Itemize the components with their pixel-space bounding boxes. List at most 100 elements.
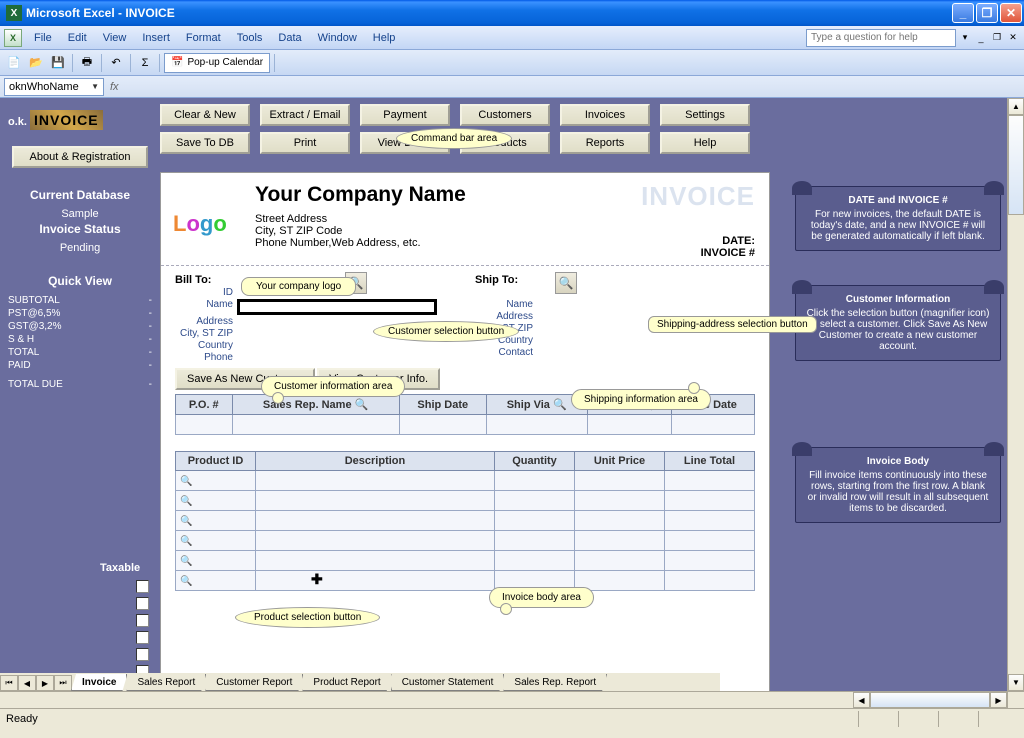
scroll-left-icon[interactable]: ◀ [853,692,870,708]
company-logo-callout: Your company logo [241,277,356,296]
doc-minimize-button[interactable]: _ [974,31,988,45]
invoice-status-value: Pending [8,242,152,254]
taxable-checkbox[interactable] [136,580,149,593]
customer-selection-callout: Customer selection button [373,321,519,342]
quick-row: GST@3,2%- [8,320,152,333]
minimize-button[interactable]: _ [952,3,974,23]
invoice-status-title: Invoice Status [8,222,152,236]
product-lookup-icon[interactable]: 🔍 [180,536,192,547]
help-callout: Invoice Body Fill invoice items continuo… [795,447,1001,523]
customers-button[interactable]: Customers [460,104,550,126]
scroll-right-icon[interactable]: ▶ [990,692,1007,708]
invoices-button[interactable]: Invoices [560,104,650,126]
horizontal-scrollbar[interactable]: ◀ ▶ [0,691,1024,708]
name-box[interactable]: oknWhoName▼ [4,78,104,96]
line-items-table: Product ID Description Quantity Unit Pri… [175,451,755,591]
reports-button[interactable]: Reports [560,132,650,154]
settings-button[interactable]: Settings [660,104,750,126]
open-icon[interactable]: 📂 [26,53,46,73]
tab-nav-prev-icon[interactable]: ◀ [18,675,36,691]
command-bar-callout: Command bar area [396,128,512,149]
save-icon[interactable]: 💾 [48,53,68,73]
invoice-title: INVOICE [641,181,755,212]
lookup-icon[interactable]: 🔍 [553,399,567,411]
close-button[interactable]: ✕ [1000,3,1022,23]
menu-tools[interactable]: Tools [229,30,271,46]
doc-close-button[interactable]: ✕ [1006,31,1020,45]
tab-sales-rep-report[interactable]: Sales Rep. Report [503,674,607,691]
menu-format[interactable]: Format [178,30,229,46]
product-lookup-icon[interactable]: 🔍 [180,556,192,567]
quick-row: PAID- [8,359,152,372]
new-icon[interactable]: 📄 [4,53,24,73]
about-registration-button[interactable]: About & Registration [12,146,148,168]
extract-email-button[interactable]: Extract / Email [260,104,350,126]
taxable-checkbox[interactable] [136,614,149,627]
autosum-icon[interactable]: Σ [135,53,155,73]
ok-invoice-logo: o.k. INVOICE [8,112,103,128]
customer-info-callout: Customer information area [261,376,405,397]
menu-bar: X File Edit View Insert Format Tools Dat… [0,26,1024,50]
shipping-select-button[interactable]: 🔍 [555,272,577,294]
product-lookup-icon[interactable]: 🔍 [180,576,192,587]
maximize-button[interactable]: ❐ [976,3,998,23]
menu-file[interactable]: File [26,30,60,46]
payment-button[interactable]: Payment [360,104,450,126]
tab-nav-first-icon[interactable]: ⏮ [0,675,18,691]
save-to-db-button[interactable]: Save To DB [160,132,250,154]
title-bar: X Microsoft Excel - INVOICE _ ❐ ✕ [0,0,1024,26]
undo-icon[interactable]: ↶ [106,53,126,73]
popup-calendar-button[interactable]: 📅 Pop-up Calendar [164,53,270,73]
product-lookup-icon[interactable]: 🔍 [180,496,192,507]
tab-nav-next-icon[interactable]: ▶ [36,675,54,691]
date-invoice-labels: DATE:INVOICE # [701,235,755,259]
menu-view[interactable]: View [95,30,135,46]
doc-restore-button[interactable]: ❐ [990,31,1004,45]
product-lookup-icon[interactable]: 🔍 [180,476,192,487]
menu-help[interactable]: Help [365,30,404,46]
tab-customer-report[interactable]: Customer Report [205,674,303,691]
sheet-tabs: ⏮ ◀ ▶ ⏭ Invoice Sales Report Customer Re… [0,673,720,691]
lookup-icon[interactable]: 🔍 [355,399,369,411]
scroll-thumb-h[interactable] [870,692,990,708]
tab-invoice[interactable]: Invoice [71,674,127,691]
quick-row: S & H- [8,333,152,346]
help-button[interactable]: Help [660,132,750,154]
company-logo: Logo [175,183,255,253]
scroll-thumb[interactable] [1008,115,1024,215]
menu-data[interactable]: Data [270,30,309,46]
print-button[interactable]: Print [260,132,350,154]
product-lookup-icon[interactable]: 🔍 [180,516,192,527]
print-icon[interactable]: 🖶 [77,53,97,73]
menu-edit[interactable]: Edit [60,30,95,46]
tab-nav-last-icon[interactable]: ⏭ [54,675,72,691]
clear-new-button[interactable]: Clear & New [160,104,250,126]
taxable-label: Taxable [100,562,140,574]
status-text: Ready [6,713,38,725]
standard-toolbar: 📄 📂 💾 🖶 ↶ Σ 📅 Pop-up Calendar [0,50,1024,76]
help-search-input[interactable] [806,29,956,47]
fx-label[interactable]: fx [110,81,119,93]
chevron-down-icon[interactable]: ▼ [91,82,99,91]
taxable-checkbox[interactable] [136,648,149,661]
menu-insert[interactable]: Insert [134,30,178,46]
quick-view-title: Quick View [8,274,152,288]
taxable-checkbox[interactable] [136,631,149,644]
workbook-icon[interactable]: X [4,29,22,47]
menu-window[interactable]: Window [310,30,365,46]
vertical-scrollbar[interactable]: ▲ ▼ [1007,98,1024,691]
help-dropdown-icon[interactable]: ▾ [958,31,972,45]
tab-product-report[interactable]: Product Report [302,674,391,691]
tab-sales-report[interactable]: Sales Report [126,674,206,691]
product-selection-callout: Product selection button [235,607,380,628]
taxable-checkbox[interactable] [136,597,149,610]
scroll-down-icon[interactable]: ▼ [1008,674,1024,691]
invoice-sheet: INVOICE DATE:INVOICE # Logo Your Company… [160,172,770,692]
tab-customer-statement[interactable]: Customer Statement [391,674,505,691]
invoice-body-callout: Invoice body area [489,587,594,608]
excel-icon: X [6,5,22,21]
right-help-panel: DATE and INVOICE # For new invoices, the… [789,172,1007,537]
scroll-up-icon[interactable]: ▲ [1008,98,1024,115]
customer-name-input[interactable] [237,299,437,315]
quick-row: TOTAL- [8,346,152,359]
